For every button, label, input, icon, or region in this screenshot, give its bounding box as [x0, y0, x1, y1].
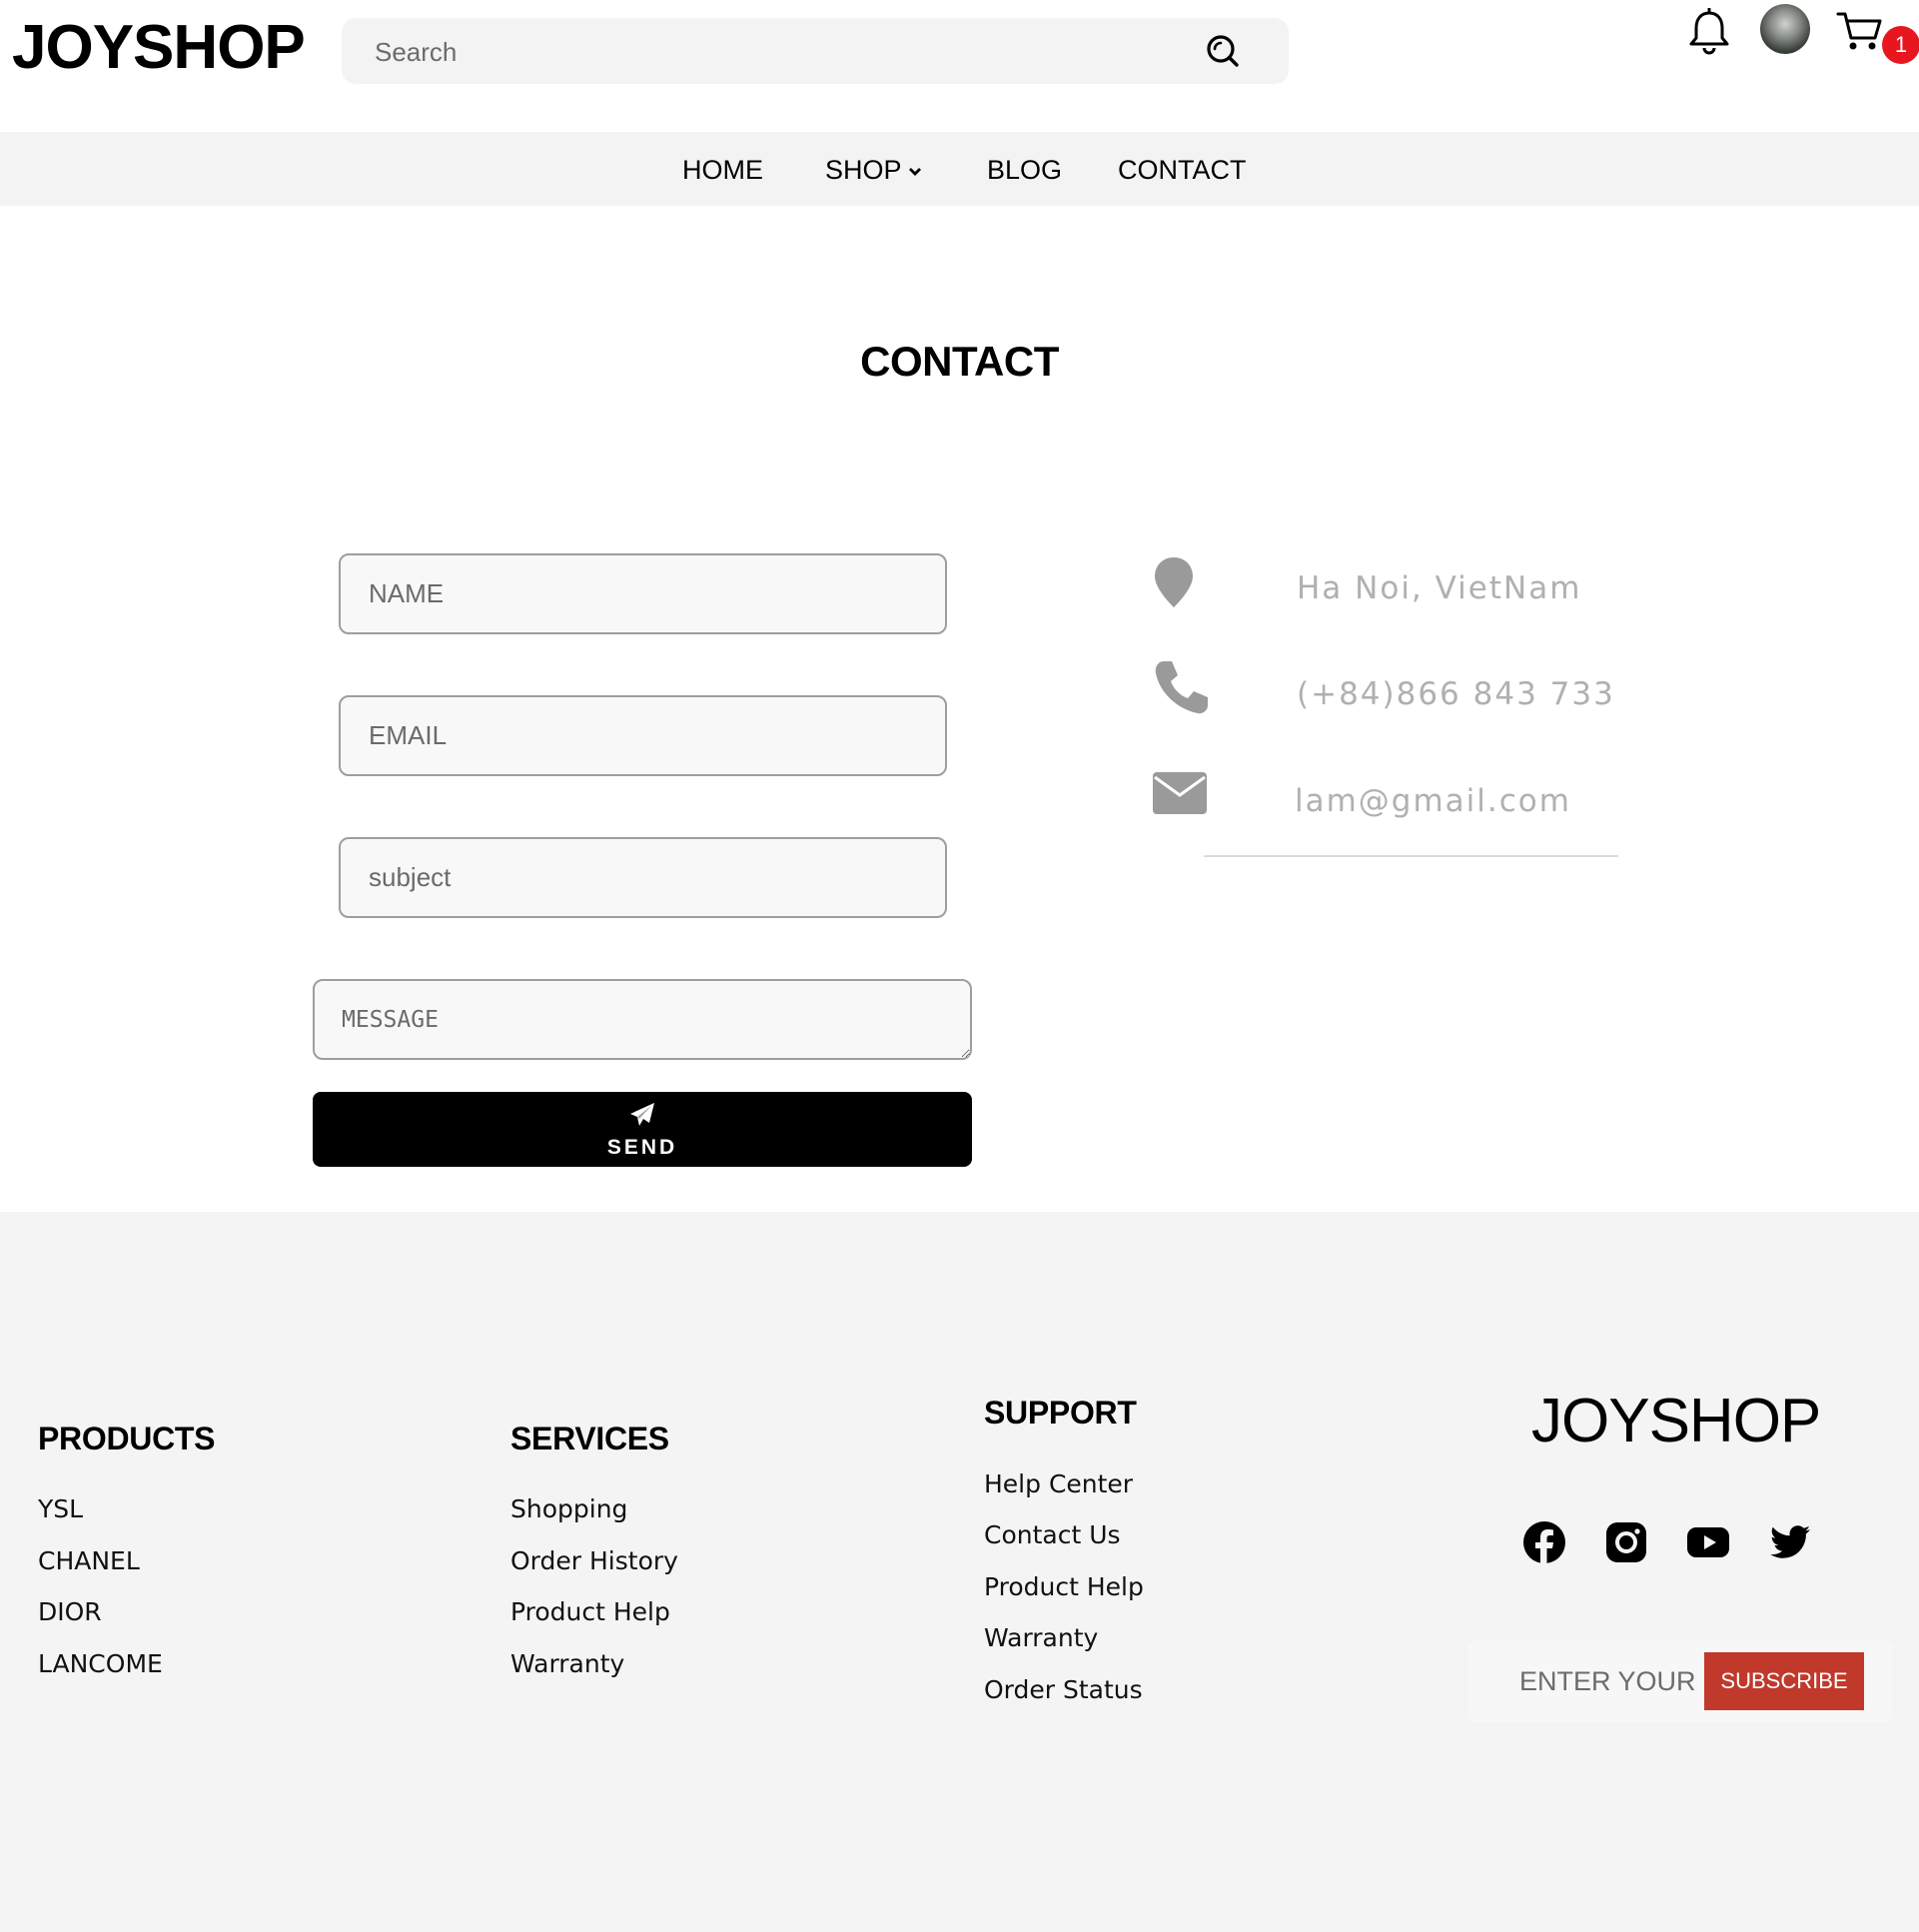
footer-products-heading: PRODUCTS: [38, 1421, 216, 1456]
name-field[interactable]: [339, 553, 947, 634]
send-label: SEND: [606, 1136, 678, 1159]
mail-icon: [1153, 772, 1207, 814]
footer-link-order-status[interactable]: Order Status: [984, 1675, 1143, 1704]
footer-link-lancome[interactable]: LANCOME: [38, 1649, 163, 1678]
phone-icon: [1155, 661, 1208, 714]
search-bar: [342, 18, 1289, 86]
footer-link-support-product-help[interactable]: Product Help: [984, 1572, 1144, 1601]
footer-link-warranty[interactable]: Warranty: [510, 1649, 624, 1678]
youtube-icon[interactable]: [1686, 1520, 1730, 1564]
nav-contact[interactable]: CONTACT: [1118, 132, 1247, 206]
send-button[interactable]: SEND: [313, 1092, 972, 1167]
page-title: CONTACT: [860, 338, 1059, 385]
footer-link-order-history[interactable]: Order History: [510, 1546, 678, 1575]
paper-plane-icon: [630, 1103, 654, 1126]
footer-link-support-warranty[interactable]: Warranty: [984, 1623, 1098, 1652]
chevron-down-icon: [908, 167, 921, 176]
search-icon[interactable]: [1201, 29, 1245, 73]
user-avatar[interactable]: [1760, 4, 1810, 54]
footer-link-chanel[interactable]: CHANEL: [38, 1546, 140, 1575]
info-divider: [1204, 855, 1618, 857]
email-text: lam@gmail.com: [1295, 783, 1571, 819]
instagram-icon[interactable]: [1604, 1520, 1648, 1564]
footer-link-shopping[interactable]: Shopping: [510, 1494, 627, 1523]
newsletter-form: SUBSCRIBE: [1468, 1640, 1892, 1722]
nav-shop-label: SHOP: [825, 155, 902, 185]
facebook-icon[interactable]: [1522, 1520, 1566, 1564]
cart-count-badge: 1: [1882, 26, 1919, 64]
cart-icon[interactable]: [1836, 8, 1884, 54]
newsletter-email-input[interactable]: [1468, 1640, 1704, 1722]
footer-support-heading: SUPPORT: [984, 1395, 1137, 1431]
nav-home[interactable]: HOME: [682, 132, 763, 206]
nav-shop[interactable]: SHOP: [825, 132, 922, 206]
search-input[interactable]: [342, 18, 1236, 86]
footer-link-contact-us[interactable]: Contact Us: [984, 1520, 1121, 1549]
site-logo[interactable]: JOYSHOP: [12, 8, 306, 88]
phone-text: (+84)866 843 733: [1297, 676, 1615, 712]
subscribe-button[interactable]: SUBSCRIBE: [1704, 1652, 1864, 1710]
twitter-icon[interactable]: [1768, 1520, 1812, 1564]
location-pin-icon: [1155, 557, 1193, 607]
nav-blog[interactable]: BLOG: [987, 132, 1062, 206]
footer-link-ysl[interactable]: YSL: [38, 1494, 83, 1523]
subject-field[interactable]: [339, 837, 947, 918]
bell-icon[interactable]: [1686, 8, 1732, 56]
email-field[interactable]: [339, 695, 947, 776]
footer: [0, 1212, 1919, 1932]
footer-link-dior[interactable]: DIOR: [38, 1597, 102, 1626]
footer-logo[interactable]: JOYSHOP: [1531, 1387, 1821, 1456]
footer-link-product-help[interactable]: Product Help: [510, 1597, 670, 1626]
message-field[interactable]: [313, 979, 972, 1060]
footer-link-help-center[interactable]: Help Center: [984, 1469, 1133, 1498]
main-nav: [0, 132, 1919, 206]
address-text: Ha Noi, VietNam: [1297, 570, 1582, 606]
footer-services-heading: SERVICES: [510, 1421, 669, 1456]
